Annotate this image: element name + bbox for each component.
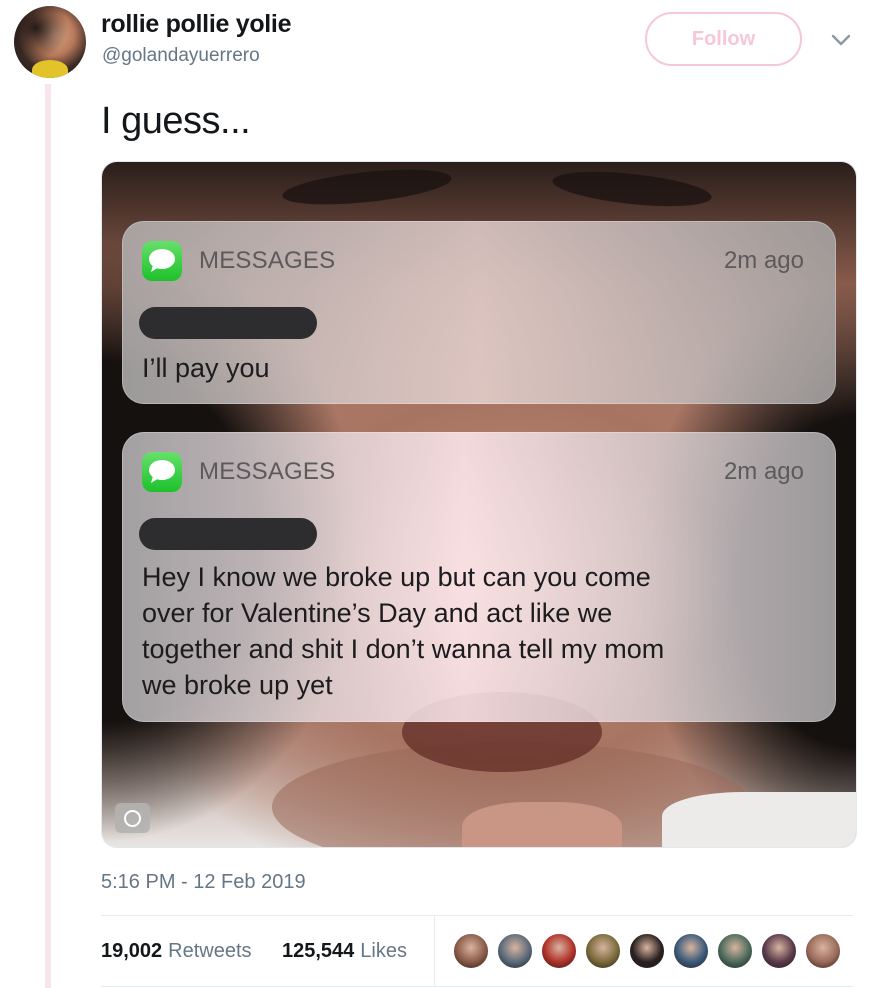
liker-avatar[interactable] [804,932,842,970]
tweet-text: I guess... [101,100,251,142]
retweets-stat[interactable]: 19,002 Retweets [101,940,252,963]
likes-count: 125,544 [282,940,355,962]
notification-message: I’ll pay you [142,353,270,383]
redacted-sender [139,518,317,550]
notification-card: MESSAGES 2m ago Hey I know we broke up b… [122,432,836,722]
liker-avatar[interactable] [540,932,578,970]
liker-avatar[interactable] [452,932,490,970]
notification-card: MESSAGES 2m ago I’ll pay you [122,221,836,404]
follow-button[interactable]: Follow [645,12,802,66]
redacted-sender [139,307,317,339]
photo-shirt [662,792,856,847]
speech-bubble-icon [149,249,175,272]
notification-time: 2m ago [723,247,804,274]
author-avatar[interactable] [14,6,86,78]
liker-avatar[interactable] [760,932,798,970]
retweets-count: 19,002 [101,940,163,962]
notification-time: 2m ago [723,458,804,485]
tweet-timestamp[interactable]: 5:16 PM - 12 Feb 2019 [101,871,306,894]
likes-label: Likes [360,940,407,962]
liker-avatar[interactable] [672,932,710,970]
divider [434,916,435,986]
retweets-label: Retweets [168,940,252,962]
thread-line [45,84,51,988]
chevron-down-icon[interactable] [829,32,853,48]
notification-app-name: MESSAGES [199,458,336,485]
liker-avatar[interactable] [716,932,754,970]
author-display-name[interactable]: rollie pollie yolie [101,10,291,39]
author-handle[interactable]: @golandayuerrero [102,45,260,67]
liker-avatar[interactable] [496,932,534,970]
likes-stat[interactable]: 125,544 Likes [282,940,407,963]
divider [101,986,853,987]
divider [101,915,853,916]
photo-hand [462,802,622,847]
messages-app-icon [142,452,182,492]
speech-bubble-icon [149,460,175,483]
sticker-icon[interactable] [115,803,150,833]
notification-app-name: MESSAGES [199,247,336,274]
liker-avatar[interactable] [584,932,622,970]
liker-avatar[interactable] [628,932,666,970]
avatar-clothing [32,60,68,78]
notification-message: Hey I know we broke up but can you come … [142,562,665,700]
messages-app-icon [142,241,182,281]
tweet-media[interactable]: MESSAGES 2m ago I’ll pay you MESSAGES 2m… [101,161,857,848]
